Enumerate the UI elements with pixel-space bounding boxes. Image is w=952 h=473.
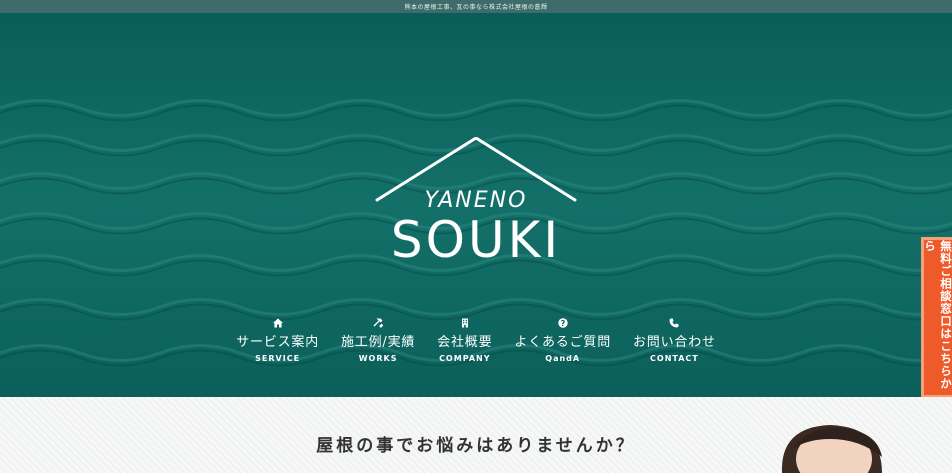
- phone-icon: [668, 316, 681, 329]
- nav-item-sub: COMPANY: [439, 354, 491, 363]
- logo-line1: YANENO: [425, 188, 528, 213]
- nav-item-service[interactable]: サービス案内 SERVICE: [225, 316, 330, 376]
- nav-item-qanda[interactable]: ? よくあるご質問 QandA: [503, 316, 622, 376]
- question-icon: ?: [556, 316, 569, 329]
- building-icon: [458, 316, 471, 329]
- nav-item-label: 会社概要: [437, 335, 493, 350]
- hero-section: YANENO SOUKI サービス案内 SERVICE 施工例/実績 WORKS…: [0, 13, 952, 397]
- nav-item-label: よくあるご質問: [514, 335, 611, 350]
- concerns-section: 屋根の事でお悩みはありませんか？: [0, 397, 952, 473]
- nav-item-sub: SERVICE: [255, 354, 301, 363]
- nav-item-sub: QandA: [545, 354, 581, 363]
- nav-item-label: サービス案内: [236, 335, 319, 350]
- nav-item-company[interactable]: 会社概要 COMPANY: [426, 316, 503, 376]
- logo-line2: SOUKI: [391, 211, 561, 269]
- company-logo[interactable]: YANENO SOUKI: [368, 137, 584, 277]
- home-icon: [271, 316, 284, 329]
- top-announcement-text: 熊本の屋根工事、瓦の事なら株式会社屋根の蒼輝: [404, 4, 548, 11]
- svg-text:?: ?: [560, 319, 565, 328]
- staff-photo: [781, 425, 882, 473]
- nav-item-works[interactable]: 施工例/実績 WORKS: [330, 316, 426, 376]
- nav-item-sub: CONTACT: [650, 354, 699, 363]
- nav-item-label: 施工例/実績: [341, 335, 416, 350]
- main-navigation: サービス案内 SERVICE 施工例/実績 WORKS 会社概要 COMPANY…: [0, 316, 952, 376]
- hammer-icon: [372, 316, 385, 329]
- nav-item-sub: WORKS: [358, 354, 398, 363]
- nav-item-label: お問い合わせ: [633, 335, 716, 350]
- top-announcement-bar: 熊本の屋根工事、瓦の事なら株式会社屋根の蒼輝: [0, 0, 952, 13]
- free-consultation-label: 無料ご相談窓口はこちらから: [923, 240, 952, 390]
- nav-item-contact[interactable]: お問い合わせ CONTACT: [622, 316, 727, 376]
- free-consultation-tab[interactable]: 無料ご相談窓口はこちらから: [921, 237, 952, 398]
